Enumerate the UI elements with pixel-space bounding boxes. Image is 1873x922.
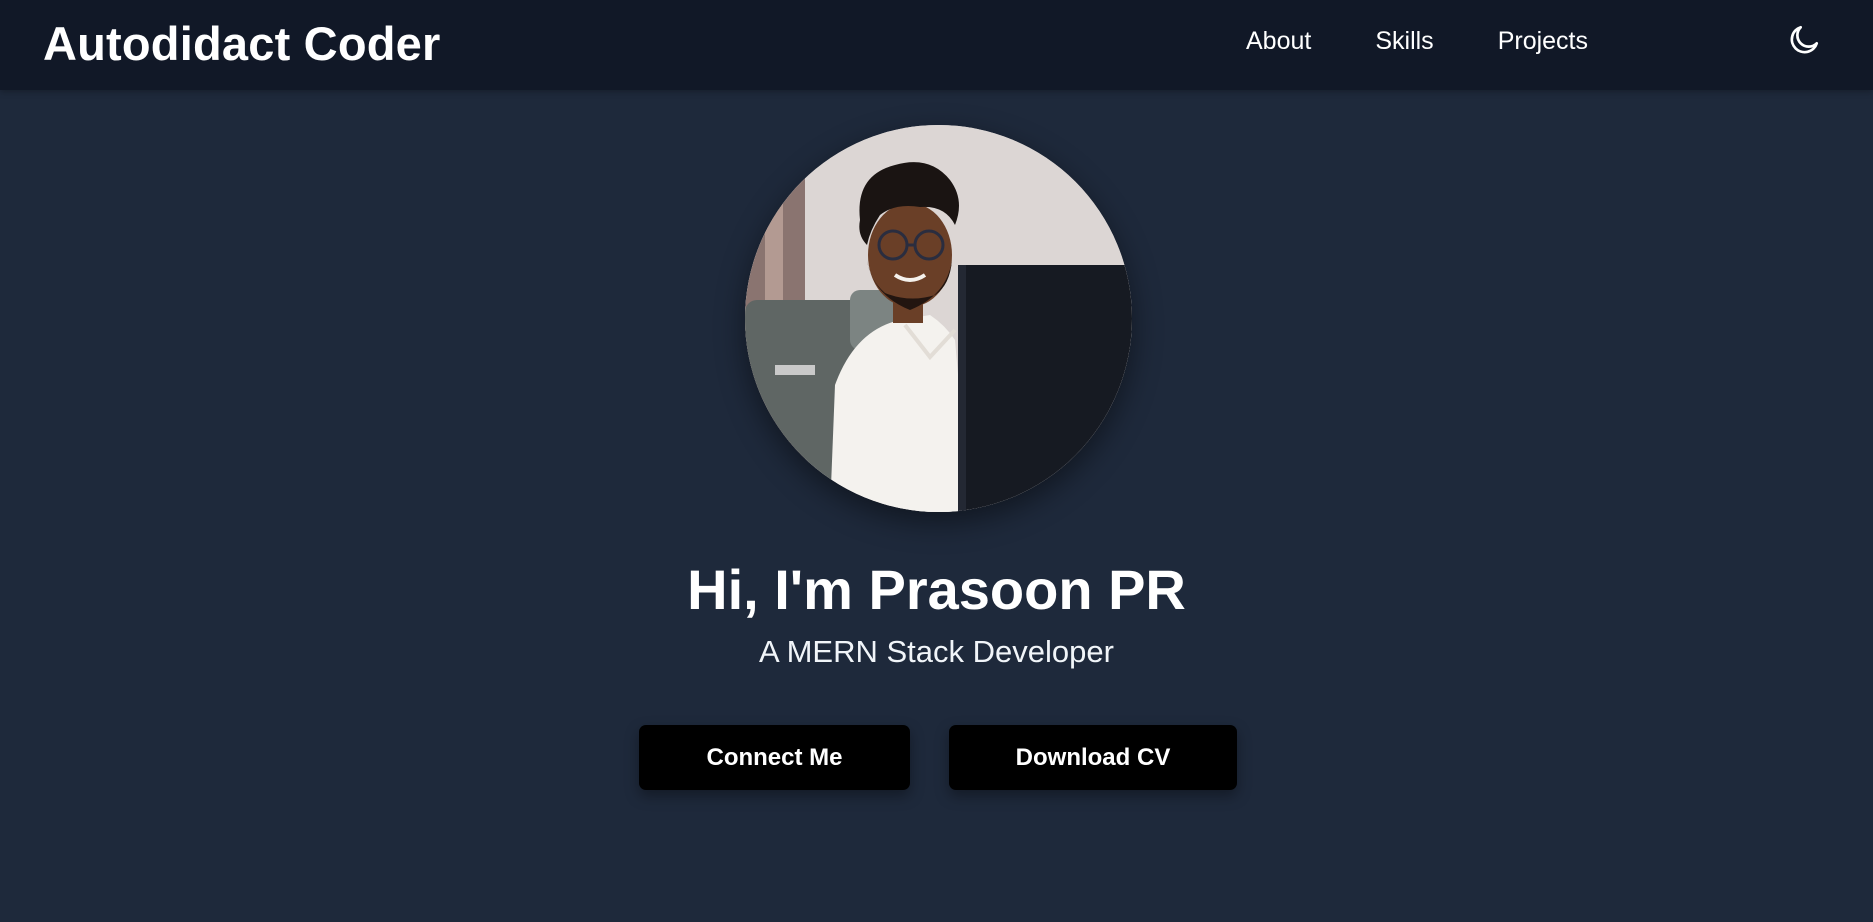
hero-headline: Hi, I'm Prasoon PR [687,558,1186,621]
theme-toggle-button[interactable] [1786,22,1822,58]
brand-logo-text[interactable]: Autodidact Coder [43,14,440,74]
hero-subtitle: A MERN Stack Developer [759,634,1114,669]
nav-link-about[interactable]: About [1246,24,1311,58]
navbar: Autodidact Coder About Skills Projects [0,0,1873,90]
download-cv-button[interactable]: Download CV [949,725,1237,790]
nav-link-skills[interactable]: Skills [1375,24,1433,58]
connect-me-button[interactable]: Connect Me [639,725,910,790]
portfolio-page: Autodidact Coder About Skills Projects H… [0,0,1873,922]
profile-photo [745,125,1132,512]
nav-links: About Skills Projects [1246,24,1652,58]
nav-link-projects[interactable]: Projects [1498,24,1588,58]
profile-photo-image [745,125,1132,512]
hero-section: Hi, I'm Prasoon PR A MERN Stack Develope… [0,90,1873,922]
moon-icon [1790,25,1819,54]
